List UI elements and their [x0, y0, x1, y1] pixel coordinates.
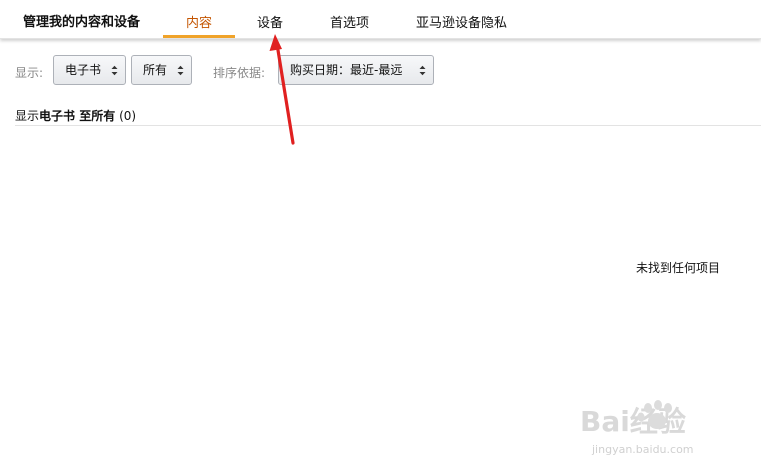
tab-preferences[interactable]: 首选项 [330, 12, 369, 31]
tab-content[interactable]: 内容 [186, 12, 212, 31]
summary-prefix: 显示 [15, 109, 40, 123]
summary-type: 电子书 [39, 109, 76, 123]
baidu-paw-icon: Bai经验 jingyan.baidu.com [580, 400, 694, 456]
filter-bar: 显示: 电子书 所有 排序依据: 购买日期：最近-最远 [0, 54, 761, 88]
content-type-value: 电子书 [65, 63, 102, 77]
divider [15, 125, 761, 126]
red-arrow-icon [269, 34, 295, 145]
summary-count: (0) [119, 109, 137, 123]
active-tab-indicator [163, 35, 235, 38]
summary-middle: 至 [75, 109, 92, 123]
status-value: 所有 [143, 63, 168, 77]
tab-devices[interactable]: 设备 [257, 12, 283, 31]
status-select[interactable]: 所有 [131, 55, 192, 85]
sort-value: 购买日期：最近-最远 [290, 63, 403, 77]
updown-caret-icon [419, 65, 426, 76]
summary-status: 所有 [91, 109, 116, 123]
watermark-url: jingyan.baidu.com [591, 443, 694, 456]
updown-caret-icon [177, 65, 184, 76]
tab-device-privacy[interactable]: 亚马逊设备隐私 [416, 12, 507, 31]
updown-caret-icon [111, 65, 118, 76]
top-nav-bar: 管理我的内容和设备 内容 设备 首选项 亚马逊设备隐私 [0, 0, 761, 39]
page-title: 管理我的内容和设备 [23, 15, 141, 30]
results-summary: 显示电子书 至所有 (0) [15, 107, 136, 124]
sort-label: 排序依据: [213, 66, 266, 80]
empty-state-message: 未找到任何项目 [635, 261, 720, 275]
show-label: 显示: [15, 66, 44, 80]
content-type-select[interactable]: 电子书 [53, 55, 126, 85]
